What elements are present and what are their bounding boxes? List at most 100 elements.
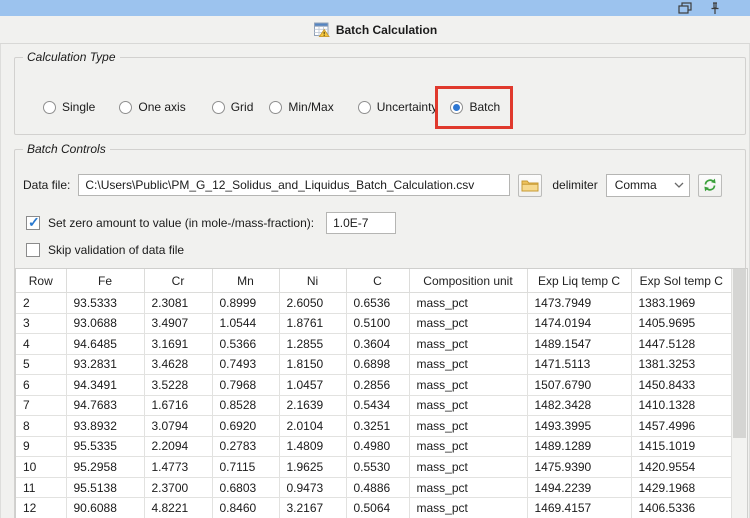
table-cell[interactable]: 1489.1547 xyxy=(526,333,632,355)
table-cell[interactable]: 1381.3253 xyxy=(630,353,731,376)
table-cell[interactable]: 2.2094 xyxy=(143,435,213,458)
table-cell[interactable]: 0.7968 xyxy=(211,374,280,396)
table-cell[interactable]: 1429.1968 xyxy=(630,476,731,499)
table-cell[interactable]: 0.8999 xyxy=(211,292,280,314)
table-cell[interactable]: 3.0794 xyxy=(143,415,213,437)
table-cell[interactable]: mass_pct xyxy=(408,476,528,499)
table-cell[interactable]: 5 xyxy=(16,353,67,376)
table-cell[interactable]: 0.5100 xyxy=(345,312,410,335)
table-cell[interactable]: 94.6485 xyxy=(65,333,145,355)
table-cell[interactable]: 93.0688 xyxy=(65,312,145,335)
table-cell[interactable]: 1494.2239 xyxy=(526,476,632,499)
table-cell[interactable]: 0.5064 xyxy=(345,497,410,518)
table-cell[interactable]: 0.7493 xyxy=(211,353,280,376)
radio-grid[interactable]: Grid xyxy=(211,100,253,114)
table-cell[interactable]: 1471.5113 xyxy=(526,353,632,376)
table-cell[interactable]: 1450.8433 xyxy=(630,374,731,396)
column-header[interactable]: Exp Sol temp C xyxy=(630,269,731,293)
table-cell[interactable]: 0.5530 xyxy=(345,456,410,478)
zero-amount-value-input[interactable] xyxy=(326,212,397,234)
table-cell[interactable]: 1.0457 xyxy=(278,374,347,396)
table-cell[interactable]: mass_pct xyxy=(408,394,528,417)
table-cell[interactable]: 1.2855 xyxy=(278,333,347,355)
table-cell[interactable]: 1447.5128 xyxy=(630,333,731,355)
table-cell[interactable]: 10 xyxy=(16,456,67,478)
table-cell[interactable]: 1.9625 xyxy=(278,456,347,478)
table-cell[interactable]: 2.3081 xyxy=(143,292,213,314)
table-cell[interactable]: 95.5335 xyxy=(65,435,145,458)
table-cell[interactable]: 0.6898 xyxy=(345,353,410,376)
radio-batch[interactable]: Batch xyxy=(435,86,514,129)
table-cell[interactable]: 1.6716 xyxy=(143,394,213,417)
table-cell[interactable]: mass_pct xyxy=(408,497,528,518)
table-cell[interactable]: 1474.0194 xyxy=(526,312,632,335)
table-cell[interactable]: 3.1691 xyxy=(143,333,213,355)
table-cell[interactable]: 1405.9695 xyxy=(630,312,731,335)
table-row[interactable]: 9 95.5335 2.2094 0.2783 1.4809 0.4980 mass_pct… xyxy=(16,435,731,458)
skip-validation-checkbox[interactable] xyxy=(26,243,40,257)
data-file-input[interactable] xyxy=(78,174,511,196)
table-row[interactable]: 8 93.8932 3.0794 0.6920 2.0104 0.3251 mass_pct… xyxy=(16,415,731,437)
pin-icon[interactable] xyxy=(709,2,723,14)
column-header[interactable]: Ni xyxy=(278,269,347,293)
table-cell[interactable]: 90.6088 xyxy=(65,497,145,518)
float-window-icon[interactable] xyxy=(678,2,692,14)
column-header[interactable]: Exp Liq temp C xyxy=(526,269,632,293)
table-cell[interactable]: 2.0104 xyxy=(278,415,347,437)
table-row[interactable]: 6 94.3491 3.5228 0.7968 1.0457 0.2856 mass_pct… xyxy=(16,374,731,396)
table-cell[interactable]: 2 xyxy=(16,292,67,314)
table-cell[interactable]: 3.4628 xyxy=(143,353,213,376)
table-cell[interactable]: 8 xyxy=(16,415,67,437)
table-cell[interactable]: 1469.4157 xyxy=(526,497,632,518)
table-cell[interactable]: 3.5228 xyxy=(143,374,213,396)
table-row[interactable]: 2 93.5333 2.3081 0.8999 2.6050 0.6536 mass_pct… xyxy=(16,292,731,314)
table-cell[interactable]: 3.4907 xyxy=(143,312,213,335)
table-cell[interactable]: 1420.9554 xyxy=(630,456,731,478)
table-cell[interactable]: mass_pct xyxy=(408,312,528,335)
table-cell[interactable]: 0.9473 xyxy=(278,476,347,499)
table-cell[interactable]: 3.2167 xyxy=(278,497,347,518)
table-cell[interactable]: mass_pct xyxy=(408,415,528,437)
table-cell[interactable]: 0.6920 xyxy=(211,415,280,437)
table-cell[interactable]: 93.8932 xyxy=(65,415,145,437)
table-cell[interactable]: 0.5434 xyxy=(345,394,410,417)
radio-one-axis[interactable]: One axis xyxy=(119,100,186,114)
table-cell[interactable]: 1.4773 xyxy=(143,456,213,478)
table-cell[interactable]: 0.7115 xyxy=(211,456,280,478)
table-cell[interactable]: 0.3604 xyxy=(345,333,410,355)
zero-amount-checkbox[interactable] xyxy=(26,214,40,231)
table-row[interactable]: 4 94.6485 3.1691 0.5366 1.2855 0.3604 mass_pct… xyxy=(16,333,731,355)
table-cell[interactable]: 93.2831 xyxy=(65,353,145,376)
table-cell[interactable]: 0.2856 xyxy=(345,374,410,396)
table-cell[interactable]: mass_pct xyxy=(408,292,528,314)
scrollbar-thumb[interactable] xyxy=(733,269,746,438)
table-cell[interactable]: 0.6803 xyxy=(211,476,280,499)
table-cell[interactable]: 0.3251 xyxy=(345,415,410,437)
table-cell[interactable]: 1475.9390 xyxy=(526,456,632,478)
table-cell[interactable]: 0.8528 xyxy=(211,394,280,417)
delimiter-combobox[interactable]: Comma xyxy=(605,173,690,197)
table-cell[interactable]: 1482.3428 xyxy=(526,394,632,417)
table-cell[interactable]: 1493.3995 xyxy=(526,415,632,437)
table-cell[interactable]: 2.6050 xyxy=(278,292,347,314)
table-cell[interactable]: 11 xyxy=(16,476,67,499)
table-row[interactable]: 11 95.5138 2.3700 0.6803 0.9473 0.4886 mass_pc… xyxy=(16,476,731,499)
table-cell[interactable]: 1415.1019 xyxy=(630,435,731,458)
table-cell[interactable]: 4.8221 xyxy=(143,497,213,518)
table-cell[interactable]: 1410.1328 xyxy=(630,394,731,417)
table-cell[interactable]: 1457.4996 xyxy=(630,415,731,437)
table-cell[interactable]: 1383.1969 xyxy=(630,292,731,314)
table-cell[interactable]: 95.5138 xyxy=(65,476,145,499)
table-cell[interactable]: 12 xyxy=(16,497,67,518)
column-header[interactable]: Fe xyxy=(65,269,145,293)
table-cell[interactable]: 2.3700 xyxy=(143,476,213,499)
radio-min-max[interactable]: Min/Max xyxy=(269,100,334,114)
table-cell[interactable]: 9 xyxy=(16,435,67,458)
table-row[interactable]: 10 95.2958 1.4773 0.7115 1.9625 0.5530 mass_pc… xyxy=(16,456,731,478)
table-cell[interactable]: 0.4886 xyxy=(345,476,410,499)
table-cell[interactable]: 3 xyxy=(16,312,67,335)
table-cell[interactable]: 93.5333 xyxy=(65,292,145,314)
table-cell[interactable]: mass_pct xyxy=(408,353,528,376)
table-cell[interactable]: mass_pct xyxy=(408,456,528,478)
table-cell[interactable]: 1.8150 xyxy=(278,353,347,376)
